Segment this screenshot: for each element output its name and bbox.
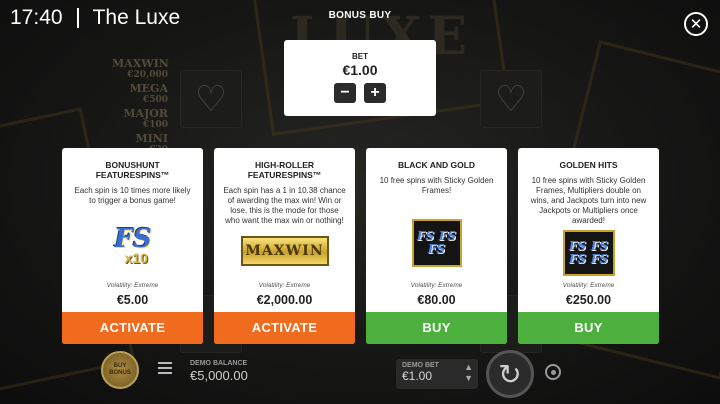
chevron-up-down-icon[interactable]: ▲ ▼ [464, 362, 473, 384]
menu-icon[interactable] [158, 362, 172, 374]
card-title: GOLDEN HITS [559, 160, 618, 170]
card-art: MAXWIN [214, 236, 355, 266]
spin-button[interactable]: ↻ [486, 350, 534, 398]
golden-frame-icon: FS FS FS [411, 219, 462, 267]
volatility-label: Volatility: Extreme [410, 282, 463, 289]
card-price: €250.00 [565, 293, 612, 307]
increase-bet-button[interactable]: + [364, 83, 386, 103]
volatility-label: Volatility: Extreme [106, 282, 159, 289]
card-description: 10 free spins with Sticky Golden Frames! [379, 176, 494, 195]
card-description: Each spin has a 1 in 10.38 chance of awa… [223, 186, 346, 225]
demo-balance: DEMO BALANCE €5,000.00 [190, 360, 248, 383]
demo-bet-label: DEMO BET [402, 362, 439, 369]
card-title: BONUSHUNT FEATURESPINS™ [95, 160, 170, 180]
bonus-card-black-and-gold: BLACK AND GOLD 10 free spins with Sticky… [366, 148, 507, 344]
free-spins-x10-icon: FS x10 [113, 224, 153, 270]
free-spins-mark: FS [427, 242, 446, 256]
spin-icon: ↻ [498, 358, 522, 390]
multiplier-mark: x10 [124, 250, 148, 266]
close-button[interactable]: ✕ [684, 12, 708, 36]
card-title: BLACK AND GOLD [397, 160, 476, 170]
autoplay-icon [550, 369, 556, 375]
demo-bet-selector[interactable]: DEMO BET €1.00 ▲ ▼ [396, 359, 478, 389]
card-price: €80.00 [417, 293, 456, 307]
card-description: Each spin is 10 times more likely to tri… [74, 186, 191, 205]
buy-bonus-button[interactable]: BUY BONUS [101, 351, 139, 389]
bonus-card-golden-hits: GOLDEN HITS 10 free spins with Sticky Go… [518, 148, 659, 344]
buy-bonus-label: BUY BONUS [109, 363, 131, 376]
golden-frame-icon: FS FS FS FS [562, 230, 615, 276]
demo-balance-value: €5,000.00 [190, 368, 248, 383]
card-price: €2,000.00 [256, 293, 313, 307]
close-icon: ✕ [689, 15, 703, 33]
autoplay-button[interactable] [545, 364, 561, 380]
card-price: €5.00 [116, 293, 149, 307]
free-spins-mark: FS [568, 252, 587, 266]
bonus-buy-title: BONUS BUY [328, 10, 392, 21]
demo-balance-label: DEMO BALANCE [190, 360, 248, 367]
demo-bet-value: €1.00 [402, 369, 433, 383]
card-description: 10 free spins with Sticky Golden Frames,… [530, 176, 647, 225]
decrease-bet-button[interactable]: − [334, 83, 356, 103]
bet-selector: BET €1.00 − + [284, 40, 436, 116]
card-art: FS FS FS [366, 219, 507, 267]
free-spins-mark: FS [590, 252, 609, 266]
volatility-label: Volatility: Extreme [562, 282, 615, 289]
volatility-label: Volatility: Extreme [258, 282, 311, 289]
maxwin-text: MAXWIN [245, 243, 324, 259]
bet-value: €1.00 [342, 62, 378, 78]
card-art: FS x10 [62, 224, 203, 270]
activate-button[interactable]: ACTIVATE [62, 312, 203, 344]
buy-button[interactable]: BUY [366, 312, 507, 344]
card-art: FS FS FS FS [518, 230, 659, 276]
bonus-card-high-roller: HIGH-ROLLER FEATURESPINS™ Each spin has … [214, 148, 355, 344]
maxwin-badge-icon: MAXWIN [240, 236, 329, 266]
activate-button[interactable]: ACTIVATE [214, 312, 355, 344]
buy-button[interactable]: BUY [518, 312, 659, 344]
bet-label: BET [352, 52, 368, 61]
card-title: HIGH-ROLLER FEATURESPINS™ [247, 160, 322, 180]
bonus-card-bonushunt: BONUSHUNT FEATURESPINS™ Each spin is 10 … [62, 148, 203, 344]
